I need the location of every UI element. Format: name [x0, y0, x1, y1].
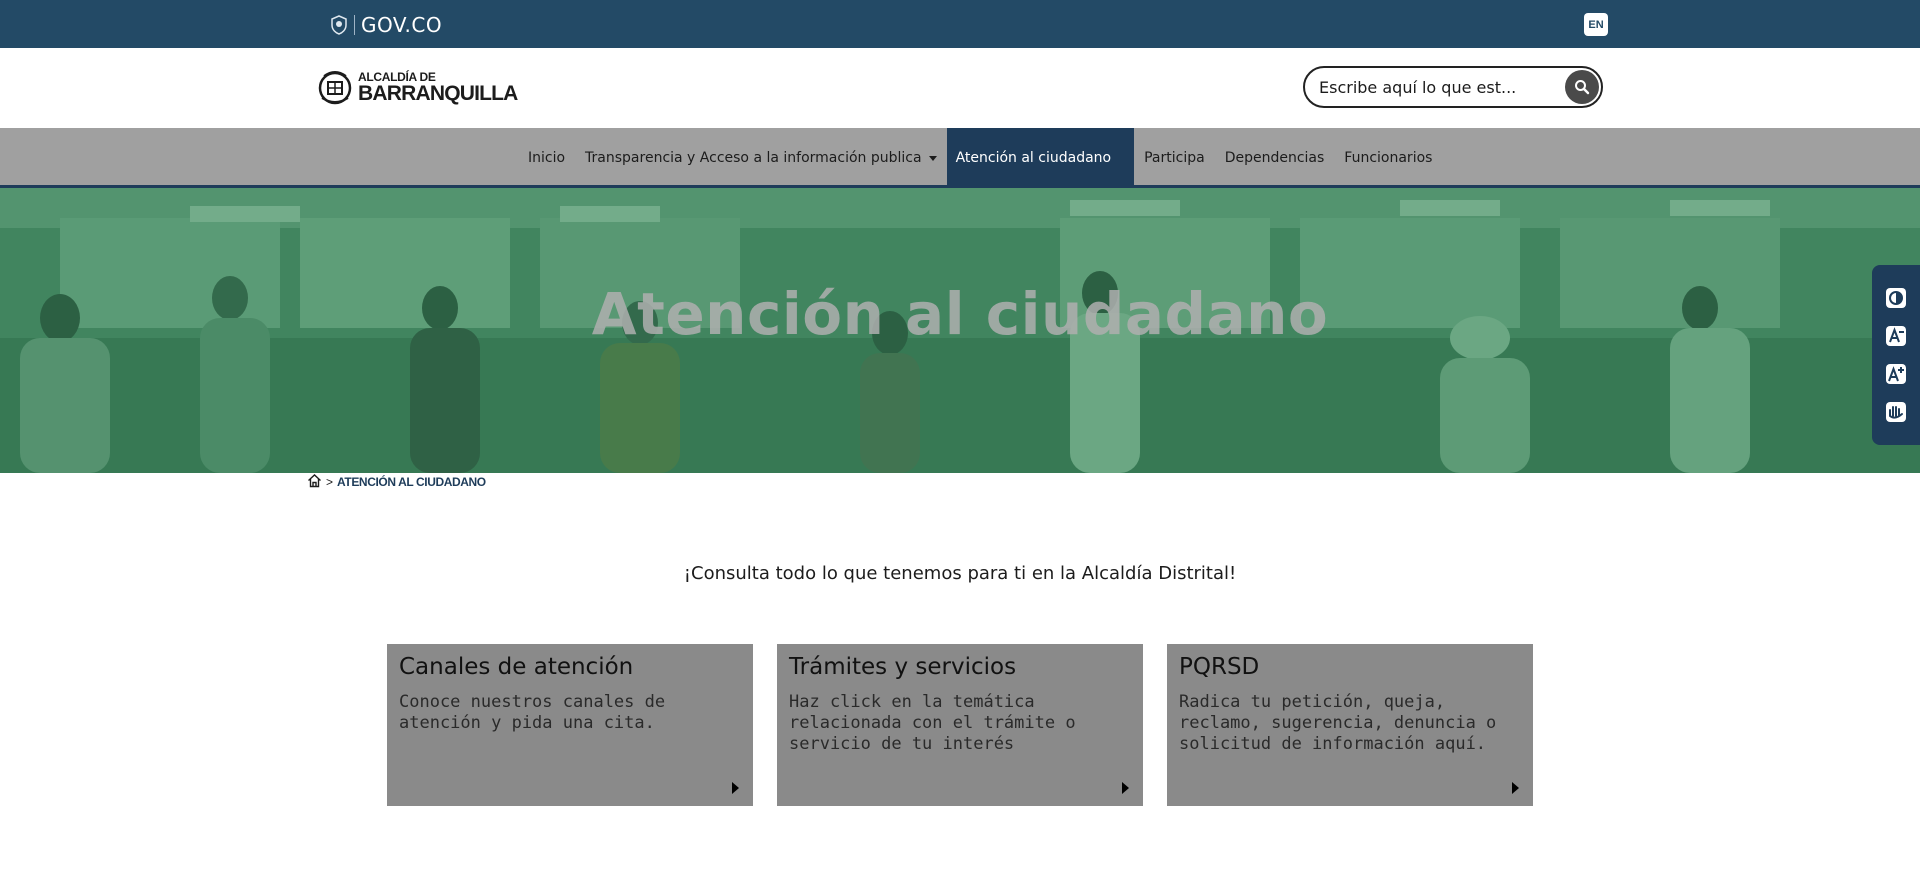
decrease-font-icon [1886, 326, 1906, 346]
card-title: Canales de atención [399, 654, 634, 680]
nav-item-atencion-ciudadano[interactable]: Atención al ciudadano [946, 128, 1135, 188]
dropdown-caret-icon [928, 155, 937, 161]
card-description: Haz click en la temática relacionada con… [789, 692, 1076, 754]
nav-item-transparencia[interactable]: Transparencia y Acceso a la información … [575, 128, 947, 188]
breadcrumb-separator: > [326, 475, 334, 489]
sign-language-button[interactable] [1883, 399, 1909, 425]
arrow-right-icon [1122, 782, 1129, 794]
brand-main-text: BARRANQUILLA [358, 81, 518, 105]
arrow-right-icon [732, 782, 739, 794]
nav-item-participa[interactable]: Participa [1134, 128, 1215, 188]
breadcrumb-current: ATENCIÓN AL CIUDADANO [337, 475, 486, 489]
colombia-seal-icon [331, 15, 347, 35]
breadcrumb-home-link[interactable] [307, 473, 322, 491]
main-nav: Inicio Transparencia y Acceso a la infor… [0, 128, 1920, 188]
decrease-font-button[interactable] [1883, 323, 1909, 349]
card-canales-atencion[interactable]: Canales de atención Conoce nuestros cana… [387, 644, 753, 806]
govco-separator [354, 15, 355, 35]
page-title: Atención al ciudadano [591, 280, 1329, 348]
search-input[interactable] [1319, 77, 1559, 97]
search-icon [1575, 80, 1590, 95]
alcaldia-logo[interactable]: ALCALDÍA DE BARRANQUILLA [316, 66, 518, 108]
card-description: Radica tu petición, queja, reclamo, suge… [1179, 692, 1497, 754]
govco-text: GOV.CO [361, 13, 443, 37]
nav-item-dependencias[interactable]: Dependencias [1215, 128, 1335, 188]
accessibility-toolbar [1872, 265, 1920, 445]
intro-text: ¡Consulta todo lo que tenemos para ti en… [683, 563, 1237, 584]
home-icon [308, 474, 321, 488]
search-box [1303, 66, 1603, 108]
card-tramites-servicios[interactable]: Trámites y servicios Haz click en la tem… [777, 644, 1143, 806]
increase-font-icon [1886, 364, 1906, 384]
card-pqrsd[interactable]: PQRSD Radica tu petición, queja, reclamo… [1167, 644, 1533, 806]
arrow-right-icon [1512, 782, 1519, 794]
sign-language-icon [1886, 402, 1906, 422]
search-button[interactable] [1565, 70, 1599, 104]
govco-logo[interactable]: GOV.CO [330, 12, 442, 38]
brand-top-text: ALCALDÍA DE [358, 69, 436, 84]
govco-topbar: GOV.CO EN [0, 0, 1920, 48]
nav-item-inicio[interactable]: Inicio [518, 128, 575, 188]
nav-item-transparencia-label: Transparencia y Acceso a la información … [585, 150, 922, 166]
language-toggle-button[interactable]: EN [1584, 13, 1608, 36]
contrast-icon [1886, 288, 1906, 308]
nav-item-funcionarios[interactable]: Funcionarios [1334, 128, 1442, 188]
card-title: Trámites y servicios [789, 654, 1017, 680]
increase-font-button[interactable] [1883, 361, 1909, 387]
card-description: Conoce nuestros canales de atención y pi… [399, 692, 666, 733]
site-header: ALCALDÍA DE BARRANQUILLA [0, 48, 1920, 128]
breadcrumb: > ATENCIÓN AL CIUDADANO [307, 473, 486, 491]
contrast-button[interactable] [1883, 285, 1909, 311]
barranquilla-crest-icon [318, 71, 352, 105]
hero-banner: Atención al ciudadano [0, 188, 1920, 473]
card-title: PQRSD [1179, 654, 1260, 680]
